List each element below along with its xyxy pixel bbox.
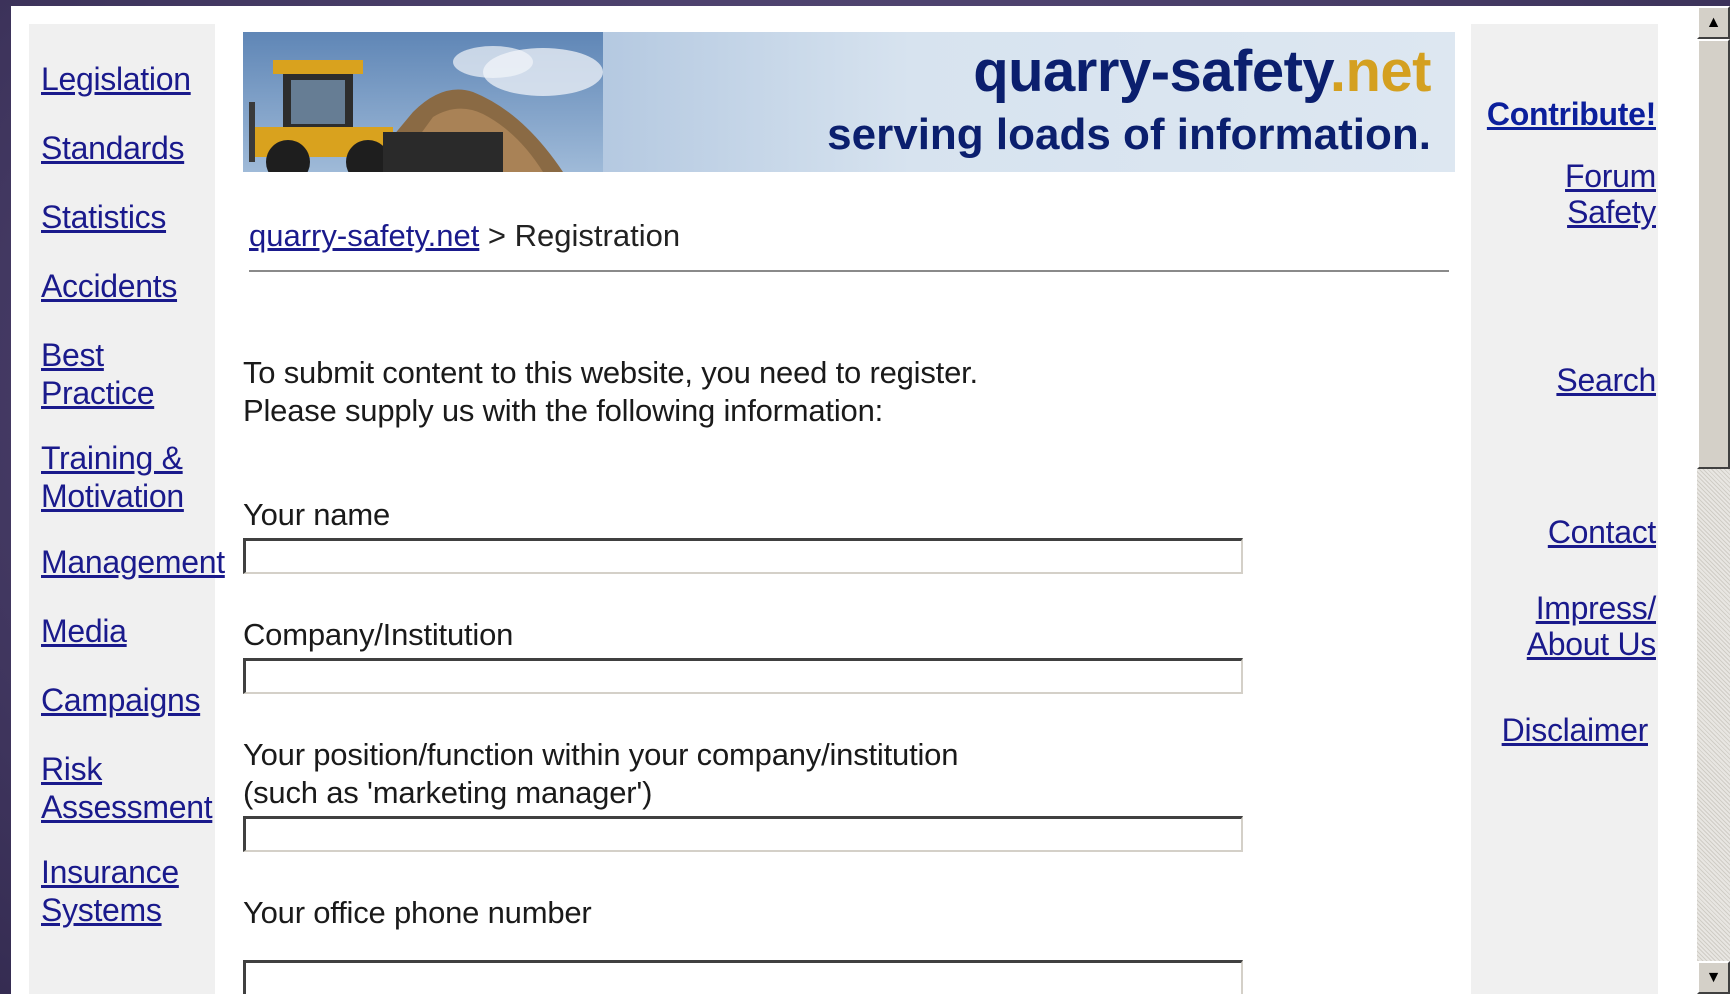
scroll-down-button[interactable]: ▼ [1697, 961, 1730, 994]
nav-link-legislation[interactable]: Legislation [41, 60, 217, 98]
nav-link-best-practice[interactable]: Best Practice [41, 336, 181, 412]
contribute-link[interactable]: Contribute! [1476, 96, 1656, 132]
nav-link-training-motivation[interactable]: Training & Motivation [41, 439, 201, 515]
site-banner: quarry-safety.net serving loads of infor… [243, 32, 1455, 172]
name-input[interactable] [243, 538, 1243, 574]
left-sidebar-nav: Legislation Standards Statistics Acciden… [29, 24, 225, 994]
intro-line-1: To submit content to this website, you n… [243, 355, 978, 390]
wheel-loader-image [243, 32, 603, 172]
right-sidebar-nav: Contribute! Forum Safety Search Contact … [1471, 24, 1658, 994]
nav-link-risk-assessment[interactable]: Risk Assessment [41, 750, 217, 826]
breadcrumb-home-link[interactable]: quarry-safety.net [249, 218, 479, 253]
nav-link-management[interactable]: Management [41, 543, 225, 581]
phone-input[interactable] [243, 960, 1243, 994]
breadcrumb-current: Registration [514, 218, 681, 253]
search-link[interactable]: Search [1476, 362, 1656, 398]
nav-link-insurance-systems[interactable]: Insurance Systems [41, 853, 191, 929]
impress-about-us-link[interactable]: Impress/ About Us [1516, 590, 1657, 662]
phone-label: Your office phone number [243, 895, 592, 930]
breadcrumb-divider [249, 270, 1449, 272]
site-title-accent: .net [1329, 39, 1432, 104]
breadcrumb-separator: > [479, 218, 515, 253]
nav-link-standards[interactable]: Standards [41, 129, 217, 167]
nav-link-statistics[interactable]: Statistics [41, 198, 217, 236]
contact-link[interactable]: Contact [1476, 514, 1656, 550]
company-label: Company/Institution [243, 617, 514, 652]
nav-link-media[interactable]: Media [41, 612, 217, 650]
breadcrumb: quarry-safety.net > Registration [249, 218, 680, 254]
position-label-line-1: Your position/function within your compa… [243, 737, 959, 772]
scrollbar-thumb[interactable] [1697, 39, 1730, 469]
intro-line-2: Please supply us with the following info… [243, 393, 884, 428]
scroll-down-arrow-icon: ▼ [1705, 968, 1722, 986]
browser-window: Legislation Standards Statistics Acciden… [11, 6, 1730, 994]
company-input[interactable] [243, 658, 1243, 694]
position-input[interactable] [243, 816, 1243, 852]
nav-link-campaigns[interactable]: Campaigns [41, 681, 217, 719]
site-tagline: serving loads of information. [827, 110, 1431, 159]
name-label: Your name [243, 497, 390, 532]
nav-link-accidents[interactable]: Accidents [41, 267, 217, 305]
vertical-scrollbar[interactable]: ▲ ▼ [1697, 6, 1730, 994]
site-logo-title: quarry-safety.net [973, 38, 1431, 105]
scroll-up-arrow-icon: ▲ [1705, 13, 1722, 31]
position-label-line-2: (such as 'marketing manager') [243, 775, 653, 810]
forum-safety-link[interactable]: Forum Safety [1536, 158, 1656, 230]
disclaimer-link[interactable]: Disclaimer [1468, 712, 1649, 748]
scroll-up-button[interactable]: ▲ [1697, 6, 1730, 39]
site-title-main: quarry-safety [973, 39, 1330, 104]
